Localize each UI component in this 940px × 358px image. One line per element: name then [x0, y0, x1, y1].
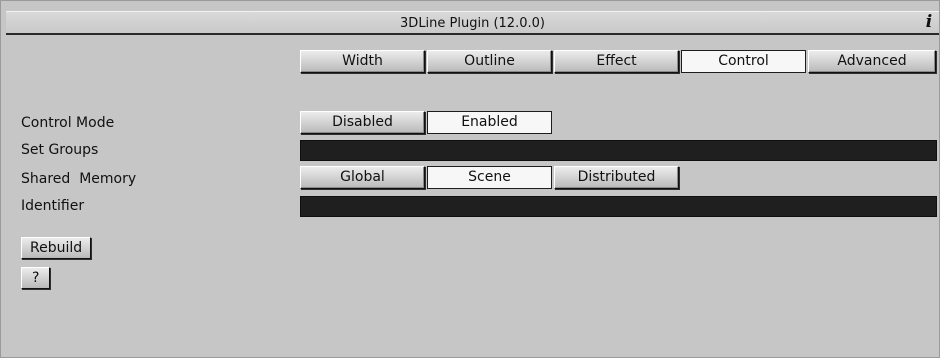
- set-groups-field[interactable]: [300, 140, 937, 161]
- set-groups-label: Set Groups: [21, 142, 99, 158]
- rebuild-button[interactable]: Rebuild: [21, 237, 92, 259]
- tab-control[interactable]: Control: [681, 50, 806, 73]
- window-title: 3DLine Plugin (12.0.0): [400, 16, 545, 31]
- plugin-panel: 3DLine Plugin (12.0.0) i Width Outline E…: [0, 0, 940, 358]
- tab-outline[interactable]: Outline: [427, 50, 552, 73]
- shared-memory-global-button[interactable]: Global: [300, 166, 425, 189]
- tab-effect[interactable]: Effect: [554, 50, 679, 73]
- tab-advanced[interactable]: Advanced: [808, 50, 936, 73]
- control-mode-enabled-button[interactable]: Enabled: [427, 111, 552, 134]
- control-mode-label: Control Mode: [21, 115, 115, 131]
- help-button[interactable]: ?: [21, 267, 51, 289]
- shared-memory-label: Shared Memory: [21, 171, 137, 187]
- shared-memory-scene-button[interactable]: Scene: [427, 166, 552, 189]
- info-icon[interactable]: i: [921, 13, 937, 31]
- title-bar: 3DLine Plugin (12.0.0) i: [6, 11, 939, 35]
- identifier-label: Identifier: [21, 198, 85, 214]
- tab-width[interactable]: Width: [300, 50, 425, 73]
- identifier-field[interactable]: [300, 196, 937, 217]
- control-mode-disabled-button[interactable]: Disabled: [300, 111, 425, 134]
- shared-memory-distributed-button[interactable]: Distributed: [554, 166, 679, 189]
